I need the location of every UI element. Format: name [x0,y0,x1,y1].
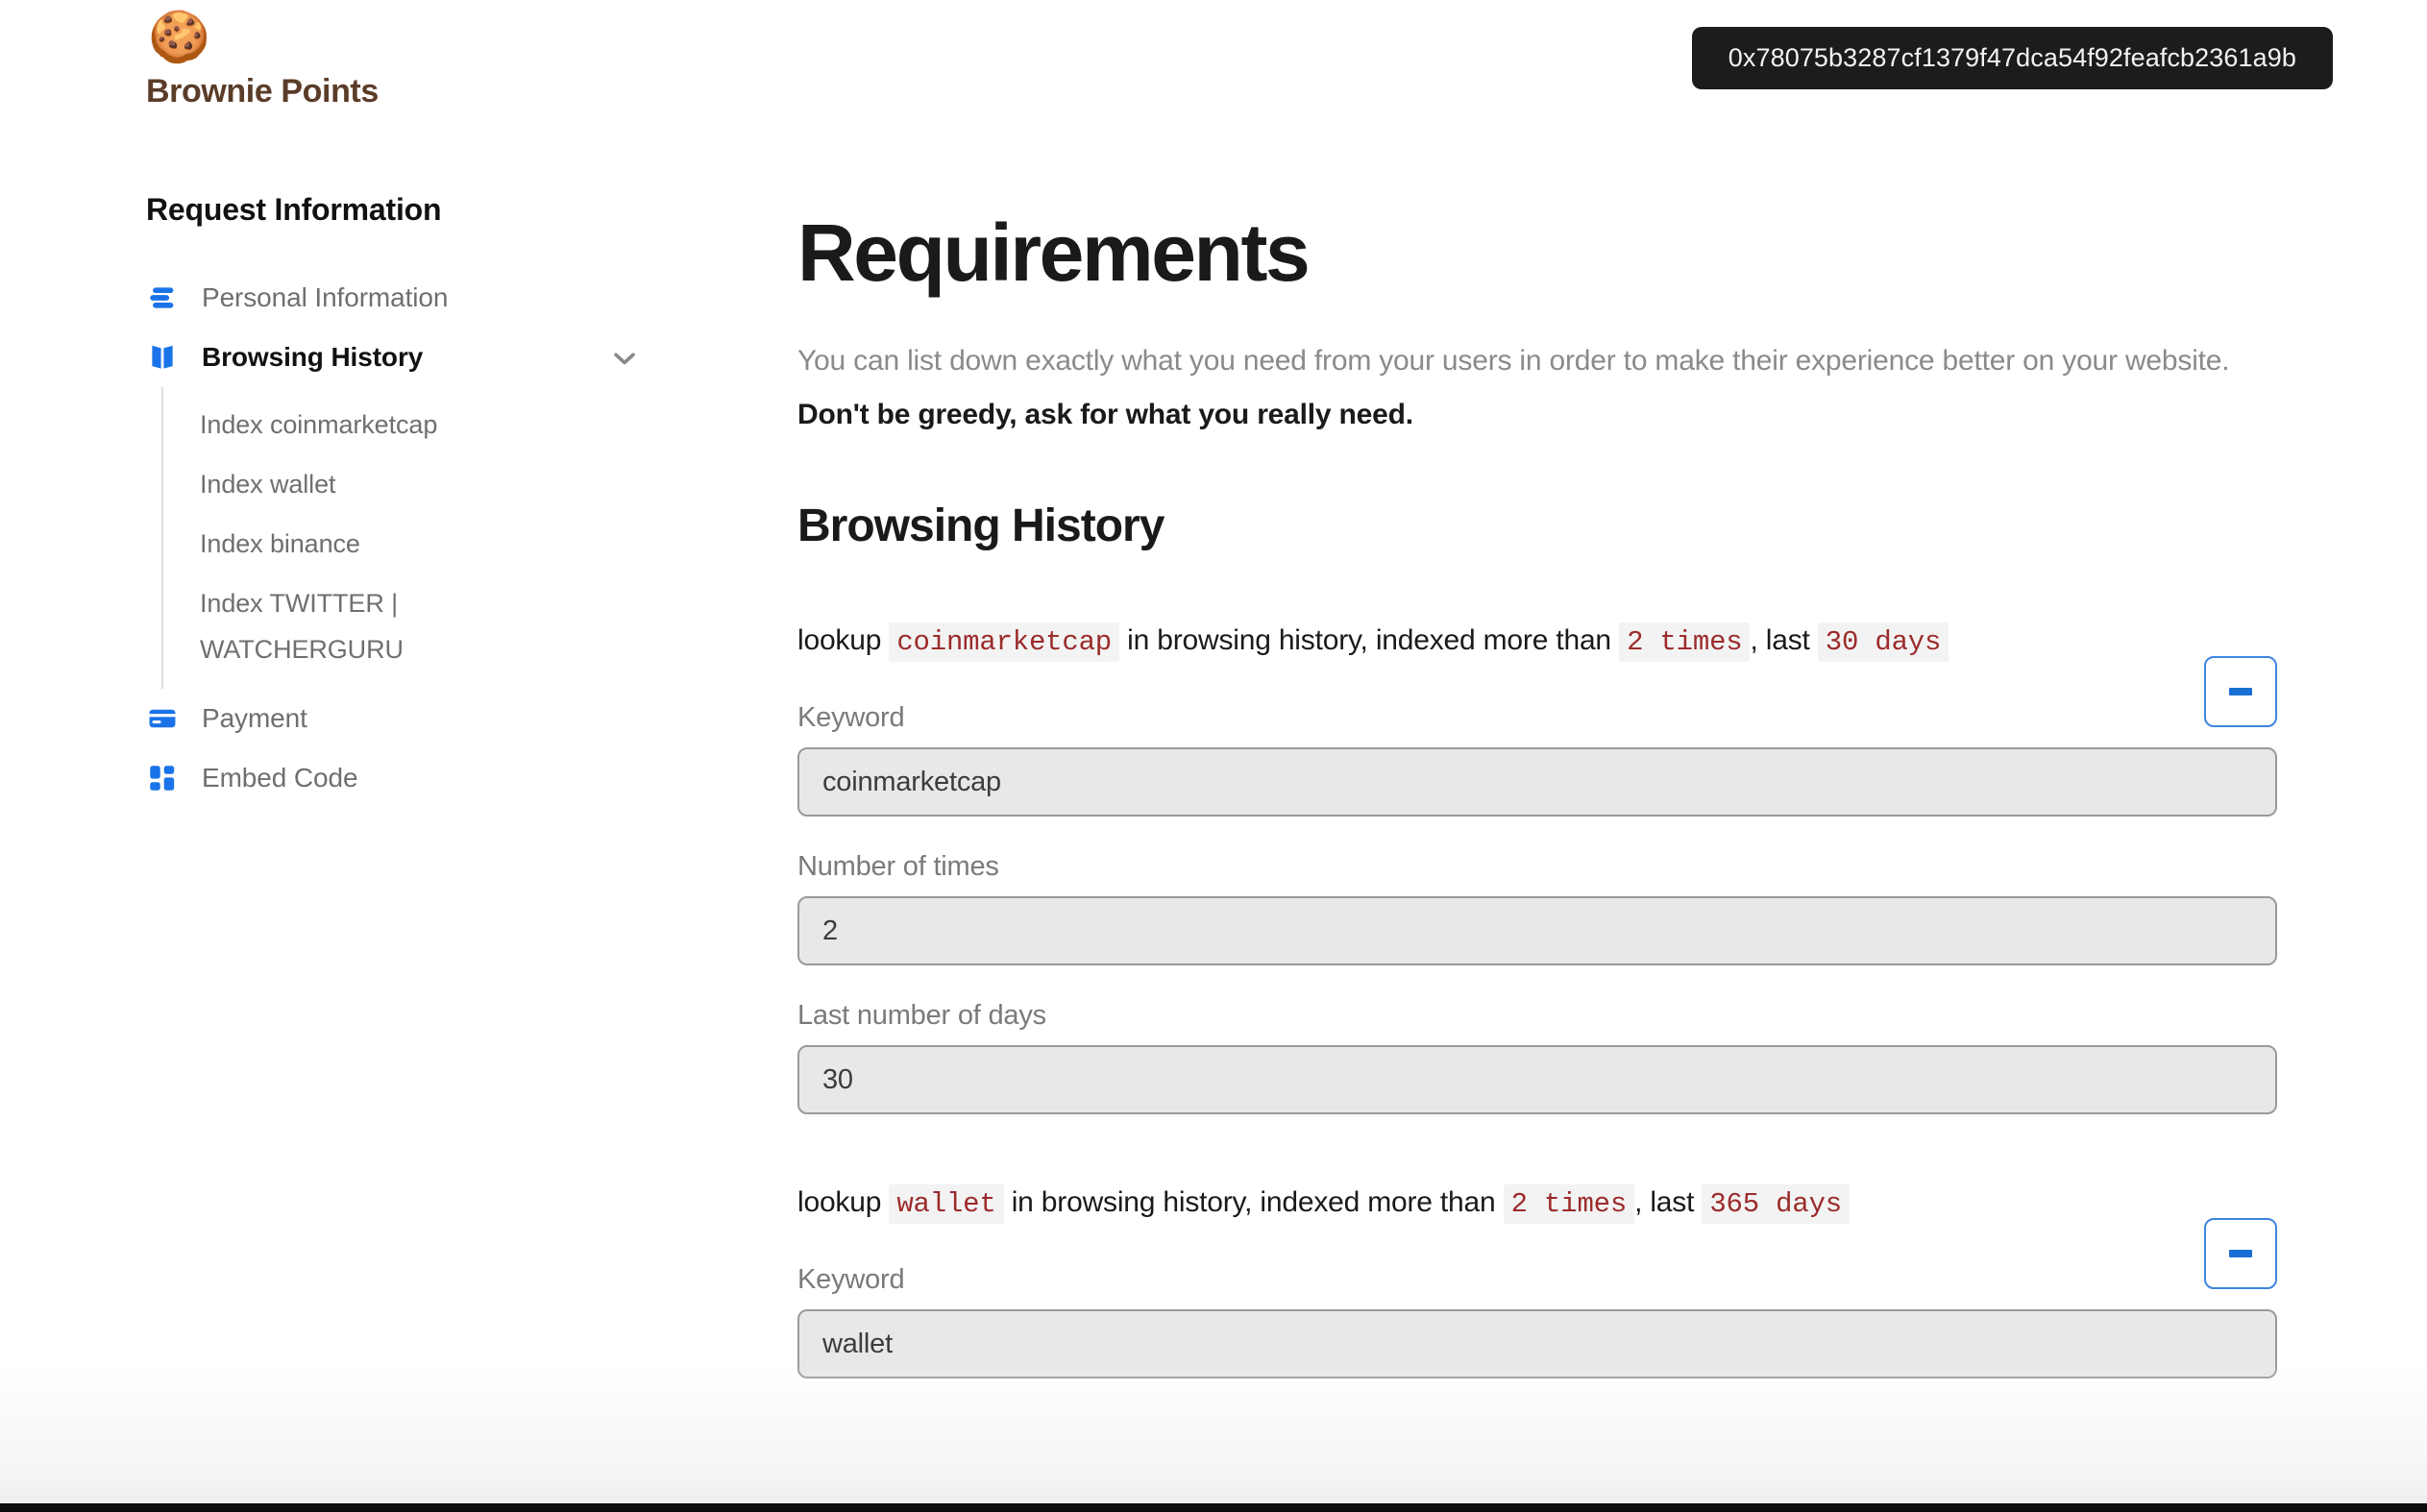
field-keyword: Keyword [797,1264,2277,1378]
sidebar-item-label: Payment [202,703,307,733]
field-label: Last number of days [797,1000,1046,1031]
open-book-icon [146,338,188,377]
rule-prefix: lookup [797,624,882,656]
rule-times-chip: 2 times [1619,622,1751,662]
rule-days-chip: 365 days [1702,1184,1850,1224]
field-keyword: Keyword [797,702,2277,817]
number-of-times-input[interactable] [797,896,2277,965]
section-title-browsing-history: Browsing History [797,500,1164,551]
remove-rule-button[interactable] [2204,656,2277,727]
rule-days-chip: 30 days [1817,622,1949,662]
brand-name: Brownie Points [146,73,379,110]
chevron-down-icon[interactable] [607,341,642,376]
field-label: Keyword [797,702,905,733]
field-label: Keyword [797,1264,905,1295]
remove-rule-button[interactable] [2204,1218,2277,1289]
minus-icon [2229,1250,2252,1257]
grid-blocks-icon [146,759,188,797]
credit-card-icon [146,699,188,738]
sidebar-title: Request Information [146,192,442,227]
rule-separator-text: , last [1634,1186,1695,1218]
sidebar-item-label: Browsing History [202,342,424,372]
page-title: Requirements [797,207,1311,298]
rule-times-chip: 2 times [1503,1184,1635,1224]
field-last-number-of-days: Last number of days [797,1000,2277,1114]
sidebar-item-embed-code[interactable]: Embed Code [0,748,769,808]
rule-row: lookup wallet in browsing history, index… [797,1178,2277,1289]
sidebar-subitem-index-coinmarketcap[interactable]: Index coinmarketcap [163,395,517,454]
keyword-input[interactable] [797,1309,2277,1378]
sidebar-item-label: Personal Information [202,282,449,312]
scroll-fade-overlay [0,1360,2427,1504]
rule-summary-text: lookup coinmarketcap in browsing history… [797,616,2277,668]
rule-middle-text: in browsing history, indexed more than [1127,624,1611,656]
brand-logo-block[interactable]: 🍪 Brownie Points [146,8,550,110]
sidebar-item-payment[interactable]: Payment [0,689,769,748]
cookie-icon: 🍪 [148,10,210,65]
intro-normal-text: You can list down exactly what you need … [797,345,2230,377]
intro-paragraph: You can list down exactly what you need … [797,334,2277,442]
rule-separator-text: , last [1750,624,1810,656]
rule-prefix: lookup [797,1186,882,1218]
rule-summary-text: lookup wallet in browsing history, index… [797,1178,2277,1230]
sidebar-item-personal-information[interactable]: Personal Information [0,268,769,328]
sidebar-subitem-index-binance[interactable]: Index binance [163,514,517,573]
field-label: Number of times [797,851,999,882]
rule-keyword-chip: coinmarketcap [889,622,1119,662]
sidebar-subitem-index-wallet[interactable]: Index wallet [163,454,517,514]
sidebar-item-browsing-history[interactable]: Browsing History [0,328,769,387]
sidebar-subitem-index-twitter-watcherguru[interactable]: Index TWITTER | WATCHERGURU [163,573,517,679]
rule-middle-text: in browsing history, indexed more than [1011,1186,1496,1218]
keyword-input[interactable] [797,747,2277,817]
field-number-of-times: Number of times [797,851,2277,965]
rule-keyword-chip: wallet [889,1184,1004,1224]
intro-bold-text: Don't be greedy, ask for what you really… [797,399,1413,430]
sidebar-subnav-browsing-history: Index coinmarketcap Index wallet Index b… [161,387,769,689]
minus-icon [2229,688,2252,695]
rule-row: lookup coinmarketcap in browsing history… [797,616,2277,727]
sidebar: Request Information Personal Information… [0,192,769,808]
list-lines-icon [146,279,188,317]
sidebar-item-label: Embed Code [202,763,358,793]
window-bottom-edge [0,1503,2427,1512]
last-number-of-days-input[interactable] [797,1045,2277,1114]
main-content: Requirements You can list down exactly w… [797,0,2373,1378]
